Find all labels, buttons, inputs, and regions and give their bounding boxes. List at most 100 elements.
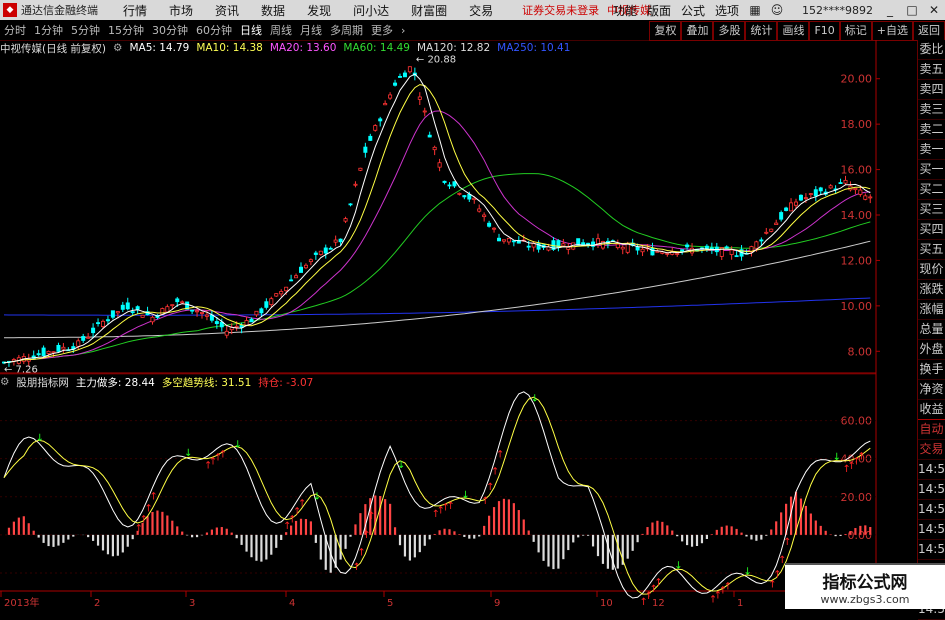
menu-options[interactable]: 选项 (715, 2, 739, 19)
time-tick-label: 9 (494, 598, 500, 609)
period-multi[interactable]: 多周期 (330, 22, 363, 38)
side-tab-9[interactable]: 买四 (918, 220, 945, 240)
side-tab-17[interactable]: 净资 (918, 380, 945, 400)
candle-body (81, 336, 86, 341)
side-tab-21[interactable]: 14:56 (918, 460, 945, 480)
ma20-label: MA20: 13.60 (269, 42, 337, 54)
multi-stock-button[interactable]: 多股 (713, 21, 746, 41)
menu-layout[interactable]: 版面 (647, 2, 671, 19)
candle-body (234, 325, 239, 328)
candle-body (625, 243, 630, 253)
candle-body (704, 245, 709, 249)
menu-wealth[interactable]: 财富圈 (411, 2, 447, 19)
side-tab-22[interactable]: 14:56 (918, 480, 945, 500)
side-tab-25[interactable]: 14:56 (918, 540, 945, 560)
candle-body (477, 208, 482, 212)
period-5min[interactable]: 5分钟 (71, 22, 100, 38)
side-tab-15[interactable]: 外盘 (918, 340, 945, 360)
time-tick-label: 3 (189, 598, 195, 609)
side-tab-14[interactable]: 总量 (918, 320, 945, 340)
gear-icon[interactable]: ⚙ (113, 42, 122, 54)
back-button[interactable]: 返回 (913, 21, 945, 41)
candle-body (86, 336, 91, 339)
side-tab-19[interactable]: 自动 (918, 420, 945, 440)
menu-quotes[interactable]: 行情 (123, 2, 147, 19)
side-tab-23[interactable]: 14:56 (918, 500, 945, 520)
candle-body (264, 301, 269, 308)
period-intraday[interactable]: 分时 (4, 22, 26, 38)
draw-line-button[interactable]: 画线 (777, 21, 810, 41)
candle-body (492, 227, 497, 230)
menu-formula[interactable]: 公式 (681, 2, 705, 19)
candle-body (635, 246, 640, 251)
side-tab-7[interactable]: 买二 (918, 180, 945, 200)
period-more[interactable]: 更多 (371, 22, 393, 38)
side-tab-0[interactable]: 委比 (918, 40, 945, 60)
candle-body (328, 247, 333, 250)
candle-body (244, 320, 249, 326)
candle-body (828, 185, 833, 189)
candle-body (388, 94, 393, 99)
indicator-gear-icon[interactable]: ⚙ (0, 376, 9, 388)
side-tab-1[interactable]: 卖五 (918, 60, 945, 80)
menu-news[interactable]: 资讯 (215, 2, 239, 19)
side-tab-16[interactable]: 换手 (918, 360, 945, 380)
period-60min[interactable]: 60分钟 (196, 22, 232, 38)
account-id[interactable]: 152****9892 (802, 4, 873, 17)
ma120-label: MA120: 12.82 (416, 42, 491, 54)
overlay-button[interactable]: 叠加 (681, 21, 714, 41)
side-tab-13[interactable]: 涨幅 (918, 300, 945, 320)
menu-data[interactable]: 数据 (261, 2, 285, 19)
candle-body (818, 187, 823, 192)
buy-arrow-icon: ↑ (357, 547, 365, 558)
user-icon[interactable]: ☺ (766, 3, 788, 17)
side-tab-8[interactable]: 买三 (918, 200, 945, 220)
mark-button[interactable]: 标记 (839, 21, 872, 41)
main-long-label: 主力做多: 28.44 (75, 376, 155, 389)
maximize-icon[interactable]: □ (901, 3, 923, 17)
minimize-icon[interactable]: _ (879, 3, 901, 17)
menu-function[interactable]: 功能 (613, 2, 637, 19)
side-tab-10[interactable]: 买五 (918, 240, 945, 260)
candle-body (640, 248, 645, 253)
period-1min[interactable]: 1分钟 (34, 22, 63, 38)
chevron-right-icon[interactable]: › (401, 24, 405, 37)
grid-icon[interactable]: ▦ (744, 3, 766, 17)
menu-trade[interactable]: 交易 (469, 2, 493, 19)
side-tab-20[interactable]: 交易 (918, 440, 945, 460)
menu-market[interactable]: 市场 (169, 2, 193, 19)
side-tab-5[interactable]: 卖一 (918, 140, 945, 160)
add-watchlist-button[interactable]: +自选 (871, 21, 913, 41)
stats-button[interactable]: 统计 (745, 21, 778, 41)
ma10-line (3, 84, 871, 364)
side-tab-11[interactable]: 现价 (918, 260, 945, 280)
side-tab-2[interactable]: 卖四 (918, 80, 945, 100)
side-tab-18[interactable]: 收益 (918, 400, 945, 420)
candle-body (274, 293, 279, 297)
candle-body (373, 125, 378, 131)
kline-chart[interactable]: 20.0018.0016.0014.0012.0010.008.0060.004… (0, 40, 916, 609)
candle-body (769, 228, 774, 232)
period-weekly[interactable]: 周线 (270, 22, 292, 38)
candle-body (269, 298, 274, 306)
adjust-button[interactable]: 复权 (649, 21, 682, 41)
candle-body (135, 306, 140, 310)
candle-body (794, 201, 799, 206)
candle-body (140, 314, 145, 318)
side-tab-4[interactable]: 卖二 (918, 120, 945, 140)
side-tab-12[interactable]: 涨跌 (918, 280, 945, 300)
side-tab-6[interactable]: 买一 (918, 160, 945, 180)
period-30min[interactable]: 30分钟 (152, 22, 188, 38)
side-tab-24[interactable]: 14:56 (918, 520, 945, 540)
period-15min[interactable]: 15分钟 (108, 22, 144, 38)
menu-discover[interactable]: 发现 (307, 2, 331, 19)
f10-button[interactable]: F10 (809, 21, 840, 41)
period-monthly[interactable]: 月线 (300, 22, 322, 38)
period-daily[interactable]: 日线 (240, 22, 262, 38)
close-icon[interactable]: ✕ (923, 3, 945, 17)
sell-arrow-icon: ↓ (234, 440, 242, 451)
menu-ask[interactable]: 问小达 (353, 2, 389, 19)
candle-body (407, 66, 412, 73)
side-tab-3[interactable]: 卖三 (918, 100, 945, 120)
candle-body (863, 195, 868, 200)
